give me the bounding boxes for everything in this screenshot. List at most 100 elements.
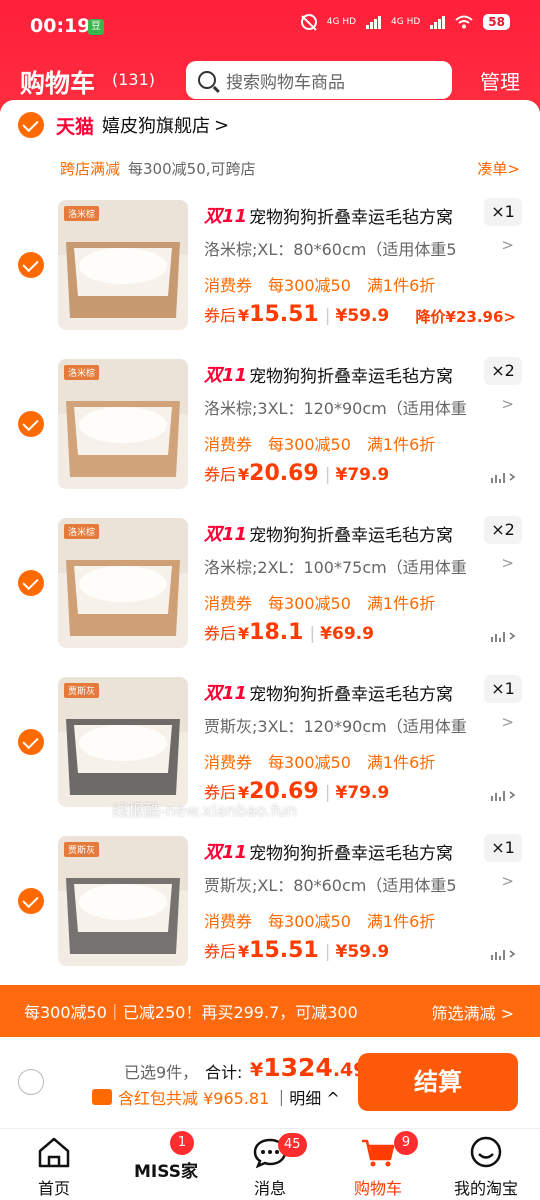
- mute-icon: [300, 14, 317, 30]
- coupon-row: 消费券 每300减50 满1件6折: [204, 272, 435, 296]
- after-coupon-label: 券后: [204, 942, 237, 961]
- price-trend-icon[interactable]: [490, 787, 516, 803]
- search-input[interactable]: 搜索购物车商品: [186, 61, 452, 99]
- product-image[interactable]: 洛米棕: [58, 518, 188, 648]
- gather-order-link[interactable]: 凑单>: [477, 158, 520, 179]
- double11-tag: 双11: [204, 524, 248, 545]
- coupon-tag: 消费券: [204, 435, 253, 454]
- original-price: ¥59.9: [325, 306, 389, 326]
- price-trend-icon[interactable]: [490, 469, 516, 485]
- tab-home[interactable]: 首页: [0, 1129, 108, 1200]
- checkout-button[interactable]: 结算: [358, 1053, 518, 1111]
- discount-detail[interactable]: 含红包共减 ¥965.81 ｜明细 ^: [92, 1085, 340, 1109]
- cart-item[interactable]: 洛米棕 双11 宠物狗狗折叠幸运毛毡方窝 ×2 洛米棕;3XL：120*90cm（适用体…: [0, 357, 540, 517]
- battery-level: 58: [483, 14, 510, 30]
- product-title-row[interactable]: 双11 宠物狗狗折叠幸运毛毡方窝 ×2: [204, 516, 522, 546]
- tab-cart-label: 购物车: [353, 1179, 402, 1198]
- price-yen: ¥: [238, 624, 250, 643]
- manage-button[interactable]: 管理: [480, 66, 520, 95]
- filter-discount-link[interactable]: 筛选满减 >: [432, 1000, 515, 1024]
- quantity-stepper[interactable]: ×1: [484, 834, 522, 862]
- final-price: 15.51: [249, 938, 319, 963]
- top-header: 00:19 豆 4G HD 4G HD 58 购物车 (131) 搜索购物车商品…: [0, 0, 540, 112]
- network-label-2: 4G HD: [391, 17, 421, 27]
- tab-miss-label: MISS家: [134, 1162, 198, 1182]
- product-image[interactable]: 贾斯灰: [58, 836, 188, 966]
- item-checkbox[interactable]: [18, 252, 44, 278]
- cart-item[interactable]: 洛米棕 双11 宠物狗狗折叠幸运毛毡方窝 ×2 洛米棕;2XL：100*75cm（适用体…: [0, 516, 540, 676]
- quantity-stepper[interactable]: ×1: [484, 675, 522, 703]
- shop-name[interactable]: 嬉皮狗旗舰店: [102, 112, 210, 138]
- discount-summary-text: 每300减50｜已减250！再买299.7，可减300: [24, 1003, 358, 1022]
- sku-selector[interactable]: 贾斯灰;3XL：120*90cm（适用体重: [204, 713, 514, 737]
- product-title-row[interactable]: 双11 宠物狗狗折叠幸运毛毡方窝 ×1: [204, 675, 522, 705]
- price-drop-link[interactable]: 降价¥23.96>: [416, 306, 516, 327]
- sku-selector[interactable]: 洛米棕;XL：80*60cm（适用体重5: [204, 236, 514, 260]
- search-placeholder: 搜索购物车商品: [226, 72, 345, 93]
- product-name: 宠物狗狗折叠幸运毛毡方窝: [249, 207, 454, 228]
- product-image[interactable]: 洛米棕: [58, 200, 188, 330]
- discount-text: 含红包共减 ¥965.81: [118, 1089, 270, 1108]
- coupon-row: 消费券 每300减50 满1件6折: [204, 908, 435, 932]
- shop-checkbox[interactable]: [18, 112, 44, 138]
- selected-count: 已选9件，: [124, 1063, 199, 1082]
- sku-selector[interactable]: 洛米棕;2XL：100*75cm（适用体重: [204, 554, 514, 578]
- tab-miss[interactable]: MISS家 1: [108, 1129, 216, 1200]
- red-packet-icon: [92, 1089, 112, 1105]
- sku-selector[interactable]: 贾斯灰;XL：80*60cm（适用体重5: [204, 872, 514, 896]
- item-checkbox[interactable]: [18, 729, 44, 755]
- item-checkbox[interactable]: [18, 888, 44, 914]
- total-price: ¥ 1324 .49: [250, 1053, 367, 1082]
- product-name: 宠物狗狗折叠幸运毛毡方窝: [249, 684, 454, 705]
- product-title-row[interactable]: 双11 宠物狗狗折叠幸运毛毡方窝 ×1: [204, 198, 522, 228]
- double11-tag: 双11: [204, 206, 248, 227]
- after-coupon-label: 券后: [204, 465, 237, 484]
- select-all-radio[interactable]: [18, 1069, 44, 1095]
- product-name: 宠物狗狗折叠幸运毛毡方窝: [249, 366, 454, 387]
- after-coupon-label: 券后: [204, 306, 237, 325]
- cart-icon: [362, 1139, 395, 1167]
- price-trend-icon[interactable]: [490, 946, 516, 962]
- cart-item[interactable]: 贾斯灰 双11 宠物狗狗折叠幸运毛毡方窝 ×1 贾斯灰;XL：80*60cm（适用体重5…: [0, 834, 540, 990]
- coupon-tag: 每300减50: [268, 435, 351, 454]
- price-trend-icon[interactable]: [490, 628, 516, 644]
- original-price: ¥59.9: [325, 942, 389, 962]
- tab-messages[interactable]: 45 消息: [216, 1129, 324, 1200]
- shop-header[interactable]: 天猫 嬉皮狗旗舰店 >: [18, 112, 229, 138]
- product-image[interactable]: 贾斯灰: [58, 677, 188, 807]
- quantity-stepper[interactable]: ×2: [484, 516, 522, 544]
- item-checkbox[interactable]: [18, 570, 44, 596]
- tab-my-taobao[interactable]: 我的淘宝: [432, 1129, 540, 1200]
- price-yen: ¥: [238, 465, 250, 484]
- status-bar: 00:19 豆 4G HD 4G HD 58: [0, 0, 540, 56]
- tab-cart-badge: 9: [394, 1131, 418, 1155]
- detail-link[interactable]: ｜明细 ^: [273, 1085, 340, 1109]
- coupon-tag: 消费券: [204, 912, 253, 931]
- quantity-stepper[interactable]: ×1: [484, 198, 522, 226]
- tab-cart[interactable]: 9 购物车: [324, 1129, 432, 1200]
- cart-item[interactable]: 洛米棕 双11 宠物狗狗折叠幸运毛毡方窝 ×1 洛米棕;XL：80*60cm（适用体重5…: [0, 198, 540, 358]
- home-icon: [38, 1137, 70, 1168]
- network-label-1: 4G HD: [326, 17, 357, 27]
- chevron-right-icon: >: [507, 160, 520, 178]
- sku-selector[interactable]: 洛米棕;3XL：120*90cm（适用体重: [204, 395, 514, 419]
- coupon-tag: 满1件6折: [366, 753, 436, 772]
- coupon-tag: 满1件6折: [366, 912, 436, 931]
- coupon-tag: 消费券: [204, 276, 253, 295]
- product-name: 宠物狗狗折叠幸运毛毡方窝: [249, 525, 454, 546]
- coupon-tag: 满1件6折: [366, 276, 436, 295]
- page-title: 购物车: [20, 69, 96, 98]
- app-notification-icon: 豆: [88, 19, 104, 35]
- quantity-stepper[interactable]: ×2: [484, 357, 522, 385]
- checkout-bar: 已选9件， 合计: ¥ 1324 .49 含红包共减 ¥965.81 ｜明细 ^…: [0, 1037, 540, 1128]
- product-image[interactable]: 洛米棕: [58, 359, 188, 489]
- coupon-tag: 满1件6折: [366, 594, 436, 613]
- coupon-tag: 消费券: [204, 594, 253, 613]
- price-yen: ¥: [238, 942, 250, 961]
- total-int: 1324: [263, 1053, 333, 1082]
- product-title-row[interactable]: 双11 宠物狗狗折叠幸运毛毡方窝 ×2: [204, 357, 522, 387]
- promo-desc: 每300减50,可跨店: [128, 160, 256, 178]
- gather-order-label: 凑单: [477, 160, 508, 178]
- product-title-row[interactable]: 双11 宠物狗狗折叠幸运毛毡方窝 ×1: [204, 834, 522, 864]
- item-checkbox[interactable]: [18, 411, 44, 437]
